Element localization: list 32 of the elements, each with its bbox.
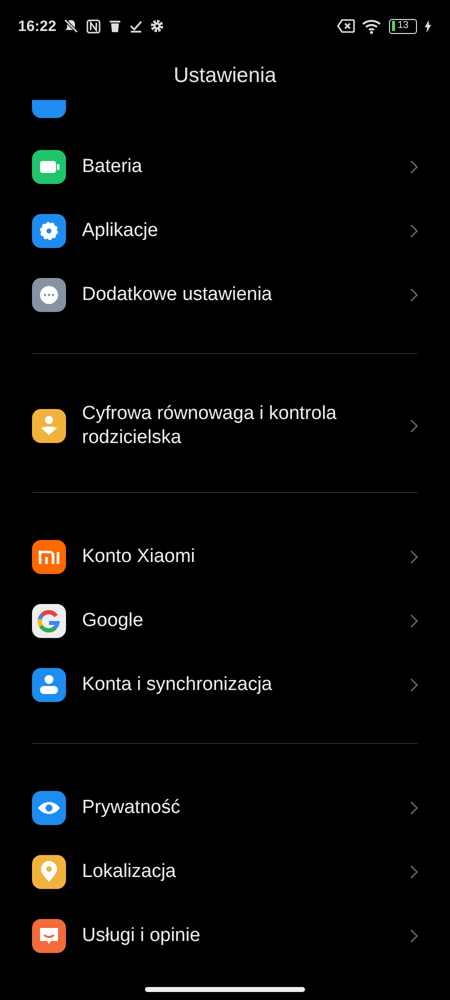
chevron-icon xyxy=(410,288,418,302)
battery-indicator: 13 xyxy=(389,18,417,34)
chevron-icon xyxy=(410,160,418,174)
settings-item[interactable]: Dodatkowe ustawienia xyxy=(0,263,450,327)
settings-item[interactable]: Lokalizacja xyxy=(0,840,450,904)
no-sim-icon xyxy=(337,19,355,33)
settings-item[interactable]: Cyfrowa równowaga i kontrola rodzicielska xyxy=(0,386,450,466)
settings-item[interactable]: Bateria xyxy=(0,135,450,199)
chevron-icon xyxy=(410,929,418,943)
chevron-icon xyxy=(410,224,418,238)
status-time: 16:22 xyxy=(18,18,56,34)
muted-bell-icon xyxy=(63,18,80,34)
charging-icon xyxy=(424,20,432,32)
home-indicator[interactable] xyxy=(145,987,305,992)
chevron-icon xyxy=(410,865,418,879)
settings-item[interactable]: Usługi i opinie xyxy=(0,904,450,968)
chevron-icon xyxy=(410,550,418,564)
settings-item[interactable]: Konta i synchronizacja xyxy=(0,653,450,717)
page-title: Ustawienia xyxy=(172,63,278,89)
settings-item[interactable]: Google xyxy=(0,589,450,653)
trash-icon xyxy=(108,19,122,33)
settings-item[interactable]: Prywatność xyxy=(0,776,450,840)
wifi-icon xyxy=(362,18,382,34)
settings-item[interactable]: Aplikacje xyxy=(0,199,450,263)
nfc-icon xyxy=(86,18,102,34)
chevron-icon xyxy=(410,801,418,815)
chevron-icon xyxy=(410,419,418,433)
settings-item[interactable]: Konto Xiaomi xyxy=(0,525,450,589)
chevron-icon xyxy=(410,614,418,628)
settings-icon xyxy=(150,19,164,33)
check-download-icon xyxy=(129,19,144,33)
chevron-icon xyxy=(410,678,418,692)
